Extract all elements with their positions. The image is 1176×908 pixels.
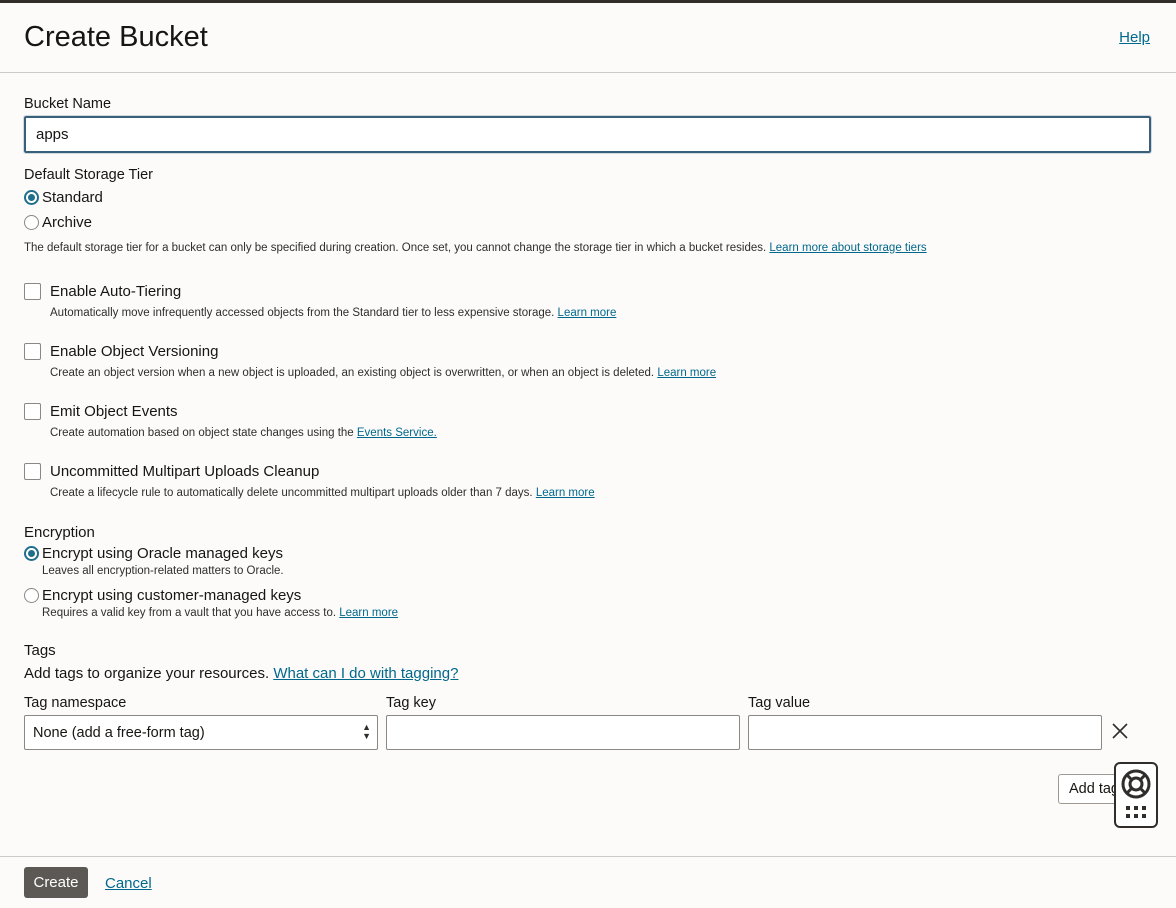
emit-events-desc-text: Create automation based on object state … bbox=[50, 427, 354, 439]
grid-icon[interactable] bbox=[1126, 806, 1148, 825]
checkbox-box[interactable] bbox=[24, 283, 41, 300]
radio-unchecked-icon[interactable] bbox=[24, 215, 39, 230]
radio-unchecked-icon[interactable] bbox=[24, 588, 39, 603]
storage-tier-note: The default storage tier for a bucket ca… bbox=[24, 242, 927, 254]
close-icon[interactable] bbox=[1110, 721, 1130, 741]
object-versioning-desc: Create an object version when a new obje… bbox=[50, 367, 716, 379]
bucket-name-input[interactable] bbox=[23, 115, 1152, 154]
customer-managed-label: Encrypt using customer-managed keys bbox=[42, 587, 302, 604]
checkbox-emit-events[interactable]: Emit Object Events bbox=[24, 403, 178, 420]
lifebuoy-icon[interactable] bbox=[1120, 768, 1152, 805]
oracle-managed-label: Encrypt using Oracle managed keys bbox=[42, 545, 283, 562]
checkbox-object-versioning[interactable]: Enable Object Versioning bbox=[24, 343, 218, 360]
customer-managed-desc: Requires a valid key from a vault that y… bbox=[42, 607, 398, 619]
radio-customer-managed[interactable]: Encrypt using customer-managed keys bbox=[24, 587, 301, 604]
emit-events-desc: Create automation based on object state … bbox=[50, 427, 437, 439]
radio-archive-label: Archive bbox=[42, 214, 93, 231]
events-service-link[interactable]: Events Service. bbox=[357, 427, 437, 439]
checkbox-box[interactable] bbox=[24, 463, 41, 480]
radio-standard[interactable]: Standard bbox=[24, 189, 103, 206]
tag-key-label: Tag key bbox=[386, 695, 436, 711]
bucket-name-label: Bucket Name bbox=[24, 96, 112, 112]
checkbox-box[interactable] bbox=[24, 343, 41, 360]
checkbox-auto-tiering[interactable]: Enable Auto-Tiering bbox=[24, 283, 181, 300]
tags-intro-text: Add tags to organize your resources. bbox=[24, 665, 270, 682]
encryption-label: Encryption bbox=[24, 524, 95, 541]
help-link[interactable]: Help bbox=[1119, 29, 1150, 46]
radio-archive[interactable]: Archive bbox=[24, 214, 92, 231]
object-versioning-learn-more-link[interactable]: Learn more bbox=[657, 367, 716, 379]
auto-tiering-desc: Automatically move infrequently accessed… bbox=[50, 307, 616, 319]
multipart-cleanup-label: Uncommitted Multipart Uploads Cleanup bbox=[50, 463, 320, 480]
object-versioning-label: Enable Object Versioning bbox=[50, 343, 219, 360]
create-button[interactable]: Create bbox=[24, 867, 88, 898]
tag-namespace-label: Tag namespace bbox=[24, 695, 127, 711]
tag-namespace-select[interactable]: None (add a free-form tag) ▲ ▼ bbox=[24, 715, 378, 750]
radio-standard-label: Standard bbox=[42, 189, 103, 206]
form-body: Bucket Name Default Storage Tier Standar… bbox=[0, 74, 1176, 856]
select-arrows-icon: ▲ ▼ bbox=[362, 722, 371, 741]
tagging-help-link[interactable]: What can I do with tagging? bbox=[273, 665, 458, 682]
emit-events-label: Emit Object Events bbox=[50, 403, 178, 420]
multipart-cleanup-desc: Create a lifecycle rule to automatically… bbox=[50, 487, 595, 499]
auto-tiering-desc-text: Automatically move infrequently accessed… bbox=[50, 307, 555, 319]
page-title: Create Bucket bbox=[24, 21, 208, 53]
object-versioning-desc-text: Create an object version when a new obje… bbox=[50, 367, 655, 379]
panel-footer: Create Cancel bbox=[0, 856, 1176, 908]
oracle-managed-desc: Leaves all encryption-related matters to… bbox=[42, 565, 284, 577]
cancel-link[interactable]: Cancel bbox=[105, 875, 152, 892]
checkbox-box[interactable] bbox=[24, 403, 41, 420]
tag-namespace-value: None (add a free-form tag) bbox=[33, 725, 205, 741]
customer-managed-learn-more-link[interactable]: Learn more bbox=[339, 607, 398, 619]
auto-tiering-learn-more-link[interactable]: Learn more bbox=[558, 307, 617, 319]
radio-checked-icon[interactable] bbox=[24, 546, 39, 561]
storage-tier-note-text: The default storage tier for a bucket ca… bbox=[24, 242, 767, 254]
customer-managed-desc-text: Requires a valid key from a vault that y… bbox=[42, 607, 337, 619]
storage-tier-learn-more-link[interactable]: Learn more about storage tiers bbox=[769, 242, 926, 254]
checkbox-multipart-cleanup[interactable]: Uncommitted Multipart Uploads Cleanup bbox=[24, 463, 319, 480]
multipart-cleanup-desc-text: Create a lifecycle rule to automatically… bbox=[50, 487, 533, 499]
radio-checked-icon[interactable] bbox=[24, 190, 39, 205]
support-widget[interactable] bbox=[1114, 762, 1158, 828]
radio-oracle-managed[interactable]: Encrypt using Oracle managed keys bbox=[24, 545, 283, 562]
storage-tier-label: Default Storage Tier bbox=[24, 167, 153, 183]
auto-tiering-label: Enable Auto-Tiering bbox=[50, 283, 182, 300]
tags-intro: Add tags to organize your resources. Wha… bbox=[24, 665, 458, 682]
tags-label: Tags bbox=[24, 642, 56, 659]
tag-key-input[interactable] bbox=[386, 715, 740, 750]
tag-value-label: Tag value bbox=[748, 695, 811, 711]
multipart-cleanup-learn-more-link[interactable]: Learn more bbox=[536, 487, 595, 499]
tag-value-input[interactable] bbox=[748, 715, 1102, 750]
panel-header: Create Bucket Help bbox=[0, 3, 1176, 73]
